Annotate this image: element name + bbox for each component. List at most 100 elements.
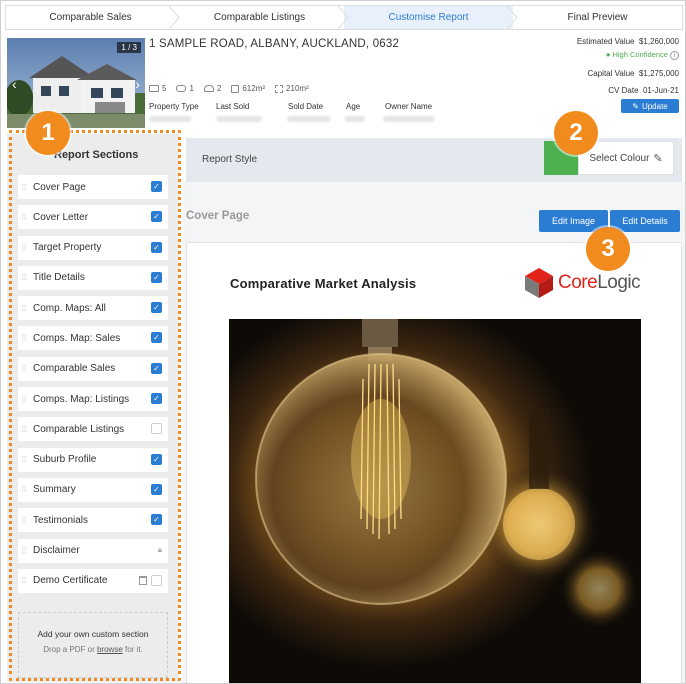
property-photo[interactable]: 1 / 3 ‹ › <box>7 38 145 128</box>
section-item[interactable]: ⁞⁞ Comparable Listings <box>18 417 168 442</box>
info-icon[interactable]: i <box>670 51 679 60</box>
step-final-preview[interactable]: Final Preview <box>513 6 682 29</box>
callout-badge-3: 3 <box>586 227 630 271</box>
section-checkbox[interactable]: ✓ <box>151 453 162 465</box>
section-checkbox[interactable]: ✓ <box>151 483 162 495</box>
section-item[interactable]: ⁞⁞ Title Details ✓ <box>18 265 168 290</box>
cover-image[interactable] <box>229 319 641 683</box>
corelogic-logo: CoreLogic <box>524 267 641 299</box>
drag-handle-icon[interactable]: ⁞⁞ <box>18 243 30 252</box>
section-checkbox[interactable]: ✓ <box>151 181 162 192</box>
drag-handle-icon[interactable]: ⁞⁞ <box>18 334 30 343</box>
step-comparable-sales[interactable]: Comparable Sales <box>6 6 180 29</box>
section-controls: ✓ <box>151 271 162 283</box>
section-checkbox[interactable] <box>151 423 162 435</box>
bath-icon <box>176 85 187 92</box>
chevron-divider-icon <box>507 6 518 29</box>
select-colour-label: Select Colour <box>589 152 650 164</box>
light-bulb-photo <box>229 319 641 683</box>
estimated-value: $1,260,000 <box>638 37 679 46</box>
section-checkbox[interactable]: ✓ <box>151 271 162 283</box>
trash-icon[interactable] <box>139 575 147 585</box>
drag-handle-icon[interactable]: ⁞⁞ <box>18 395 30 404</box>
section-item[interactable]: ⁞⁞ Comparable Sales ✓ <box>18 356 168 381</box>
section-item[interactable]: ⁞⁞ Disclaimer 🔒︎ <box>18 538 168 563</box>
meta-label: Age <box>346 102 361 111</box>
section-item[interactable]: ⁞⁞ Comps. Map: Sales ✓ <box>18 326 168 351</box>
report-style-bar: Report Style Select Colour ✎ <box>186 138 682 182</box>
section-item[interactable]: ⁞⁞ Testimonials ✓ <box>18 508 168 533</box>
confidence-label: High Confidence <box>612 50 668 59</box>
section-list: ⁞⁞ Cover Page ✓ ⁞⁞ Cover Letter ✓ ⁞⁞ Target Pro… <box>18 175 168 599</box>
chevron-divider-icon <box>169 6 180 29</box>
section-checkbox[interactable]: ✓ <box>151 332 162 344</box>
meta-label: Owner Name <box>385 102 433 111</box>
drag-handle-icon[interactable]: ⁞⁞ <box>18 364 30 373</box>
section-controls: ✓ <box>151 302 162 314</box>
section-controls <box>139 574 162 586</box>
drag-handle-icon[interactable]: ⁞⁞ <box>18 576 30 585</box>
chevron-right-icon[interactable]: › <box>135 76 140 92</box>
land-area: 612m² <box>242 84 266 93</box>
step-customise-report[interactable]: Customise Report <box>344 6 518 29</box>
section-item[interactable]: ⁞⁞ Target Property ✓ <box>18 235 168 260</box>
meta-label: Last Sold <box>216 102 250 111</box>
section-controls: ✓ <box>151 332 162 344</box>
section-item[interactable]: ⁞⁞ Cover Letter ✓ <box>18 205 168 230</box>
drag-handle-icon[interactable]: ⁞⁞ <box>18 546 30 555</box>
section-checkbox[interactable]: ✓ <box>151 514 162 526</box>
custom-section-dropzone[interactable]: Add your own custom section Drop a PDF o… <box>18 612 168 678</box>
section-checkbox[interactable]: ✓ <box>151 362 162 374</box>
cv-date-label: CV Date <box>608 86 639 95</box>
section-item[interactable]: ⁞⁞ Suburb Profile ✓ <box>18 447 168 472</box>
drag-handle-icon[interactable]: ⁞⁞ <box>18 183 30 192</box>
beds-count: 5 <box>162 84 167 93</box>
section-checkbox[interactable] <box>151 574 162 586</box>
floor-area: 210m² <box>286 84 309 93</box>
section-label: Cover Letter <box>33 211 89 223</box>
panel-title: Report Sections <box>54 149 139 161</box>
meta-label: Property Type <box>149 102 199 111</box>
step-comparable-listings[interactable]: Comparable Listings <box>175 6 349 29</box>
drag-handle-icon[interactable]: ⁞⁞ <box>18 485 30 494</box>
section-label: Target Property <box>33 242 102 254</box>
drag-handle-icon[interactable]: ⁞⁞ <box>18 455 30 464</box>
pencil-icon: ✎ <box>653 152 663 165</box>
drag-handle-icon[interactable]: ⁞⁞ <box>18 304 30 313</box>
update-button[interactable]: ✎ Update <box>621 99 679 113</box>
floor-area-icon <box>275 84 284 93</box>
redacted-value <box>345 116 365 122</box>
section-checkbox[interactable]: ✓ <box>151 241 162 253</box>
custom-heading: Add your own custom section <box>37 629 149 639</box>
section-item[interactable]: ⁞⁞ Cover Page ✓ <box>18 175 168 199</box>
section-label: Suburb Profile <box>33 454 97 466</box>
section-label: Summary <box>33 484 76 496</box>
edit-details-label: Edit Details <box>622 216 668 226</box>
section-item[interactable]: ⁞⁞ Demo Certificate <box>18 568 168 593</box>
browse-link[interactable]: browse <box>97 645 123 654</box>
section-controls: ✓ <box>151 241 162 253</box>
section-label: Comparable Sales <box>33 363 116 375</box>
edit-details-button[interactable]: Edit Details <box>610 210 680 232</box>
chevron-left-icon[interactable]: ‹ <box>12 76 17 92</box>
property-features: 5 1 2 612m² 210m² <box>149 84 309 93</box>
section-label: Comp. Maps: All <box>33 302 106 314</box>
drag-handle-icon[interactable]: ⁞⁞ <box>18 516 30 525</box>
drag-handle-icon[interactable]: ⁞⁞ <box>18 425 30 434</box>
section-checkbox[interactable]: ✓ <box>151 302 162 314</box>
redacted-value <box>149 116 191 122</box>
section-controls: ✓ <box>151 514 162 526</box>
section-controls: ✓ <box>151 211 162 223</box>
custom-text: Drop a PDF or <box>43 645 97 654</box>
drag-handle-icon[interactable]: ⁞⁞ <box>18 213 30 222</box>
section-checkbox[interactable]: ✓ <box>151 393 162 405</box>
meta-label: Sold Date <box>288 102 324 111</box>
section-item[interactable]: ⁞⁞ Comps. Map: Listings ✓ <box>18 387 168 412</box>
custom-text: for it. <box>122 645 143 654</box>
section-item[interactable]: ⁞⁞ Summary ✓ <box>18 477 168 502</box>
section-checkbox[interactable]: ✓ <box>151 211 162 223</box>
section-item[interactable]: ⁞⁞ Comp. Maps: All ✓ <box>18 296 168 321</box>
drag-handle-icon[interactable]: ⁞⁞ <box>18 273 30 282</box>
bed-icon <box>149 85 159 92</box>
property-address: 1 SAMPLE ROAD, ALBANY, AUCKLAND, 0632 <box>149 38 400 50</box>
